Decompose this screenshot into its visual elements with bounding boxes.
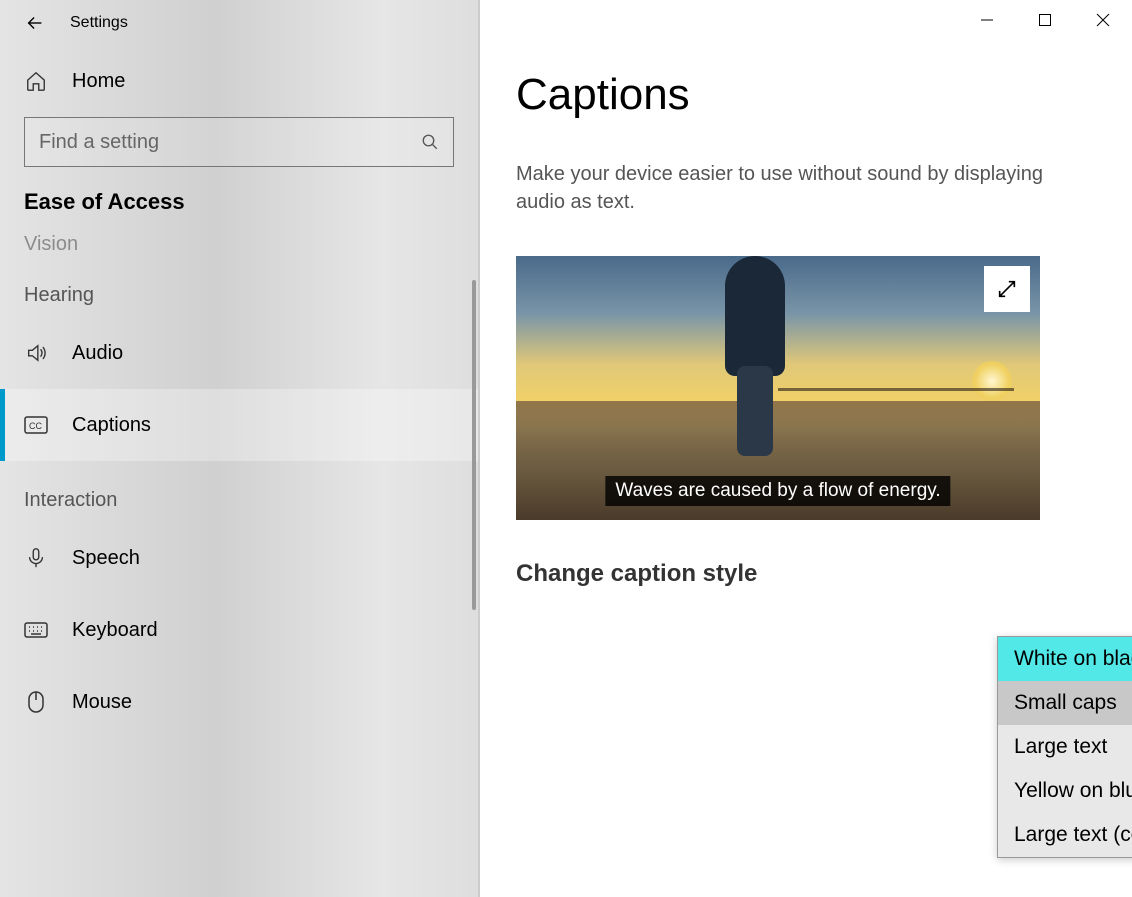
main-panel: Captions Make your device easier to use … (480, 0, 1132, 897)
cc-icon: CC (24, 416, 48, 434)
page-description: Make your device easier to use without s… (516, 160, 1076, 216)
mouse-icon (24, 690, 48, 714)
preview-person (715, 256, 795, 476)
maximize-button[interactable] (1016, 0, 1074, 40)
microphone-icon (24, 547, 48, 569)
minimize-icon (980, 13, 994, 27)
nav-home-label: Home (72, 70, 125, 93)
nav-item-label: Mouse (72, 691, 132, 714)
speaker-icon (24, 342, 48, 364)
dropdown-option[interactable]: Yellow on blue (998, 769, 1132, 813)
dropdown-option[interactable]: White on black (998, 637, 1132, 681)
nav-group-hearing: Hearing (0, 284, 478, 307)
back-button[interactable] (0, 0, 70, 45)
preview-rail (778, 388, 1014, 391)
nav-item-label: Captions (72, 414, 151, 437)
minimize-button[interactable] (958, 0, 1016, 40)
close-icon (1096, 13, 1110, 27)
svg-text:CC: CC (29, 421, 42, 431)
keyboard-icon (24, 622, 48, 638)
nav-item-label: Speech (72, 547, 140, 570)
nav-item-label: Audio (72, 342, 123, 365)
search-icon (421, 133, 439, 151)
search-box[interactable] (24, 117, 454, 167)
caption-preview: Waves are caused by a flow of energy. (516, 256, 1040, 520)
nav-section-label: Ease of Access (0, 189, 478, 215)
nav-item-audio[interactable]: Audio (0, 317, 478, 389)
nav-home[interactable]: Home (0, 45, 478, 117)
app-title: Settings (70, 14, 128, 32)
window-controls (958, 0, 1132, 40)
sidebar-scrollbar[interactable] (472, 280, 476, 610)
dropdown-option[interactable]: Small caps (998, 681, 1132, 725)
nav-item-mouse[interactable]: Mouse (0, 666, 478, 738)
search-input[interactable] (39, 131, 421, 154)
sidebar: Settings Home Ease of Access Vision Hear… (0, 0, 480, 897)
page-title: Captions (516, 70, 1096, 120)
expand-preview-button[interactable] (984, 266, 1030, 312)
dropdown-option[interactable]: Large text (998, 725, 1132, 769)
caption-style-dropdown[interactable]: White on black Small caps Large text Yel… (997, 636, 1132, 858)
arrow-left-icon (24, 12, 46, 34)
preview-sun (972, 361, 1012, 401)
search-container (0, 117, 478, 167)
nav-item-captions[interactable]: CC Captions (0, 389, 478, 461)
nav-item-speech[interactable]: Speech (0, 522, 478, 594)
nav-group-vision-truncated: Vision (0, 233, 478, 256)
dropdown-option[interactable]: Large text (copy) (998, 813, 1132, 857)
home-icon (24, 70, 48, 92)
nav-item-keyboard[interactable]: Keyboard (0, 594, 478, 666)
nav-item-label: Keyboard (72, 619, 158, 642)
titlebar: Settings (0, 0, 478, 45)
settings-window: Settings Home Ease of Access Vision Hear… (0, 0, 1132, 897)
content: Captions Make your device easier to use … (480, 0, 1132, 588)
maximize-icon (1038, 13, 1052, 27)
nav-scroll-area: Vision Hearing Audio CC Captions Interac… (0, 233, 478, 738)
nav-group-interaction: Interaction (0, 489, 478, 512)
style-heading: Change caption style (516, 560, 1096, 588)
expand-icon (996, 278, 1018, 300)
close-button[interactable] (1074, 0, 1132, 40)
preview-caption-text: Waves are caused by a flow of energy. (605, 476, 950, 506)
